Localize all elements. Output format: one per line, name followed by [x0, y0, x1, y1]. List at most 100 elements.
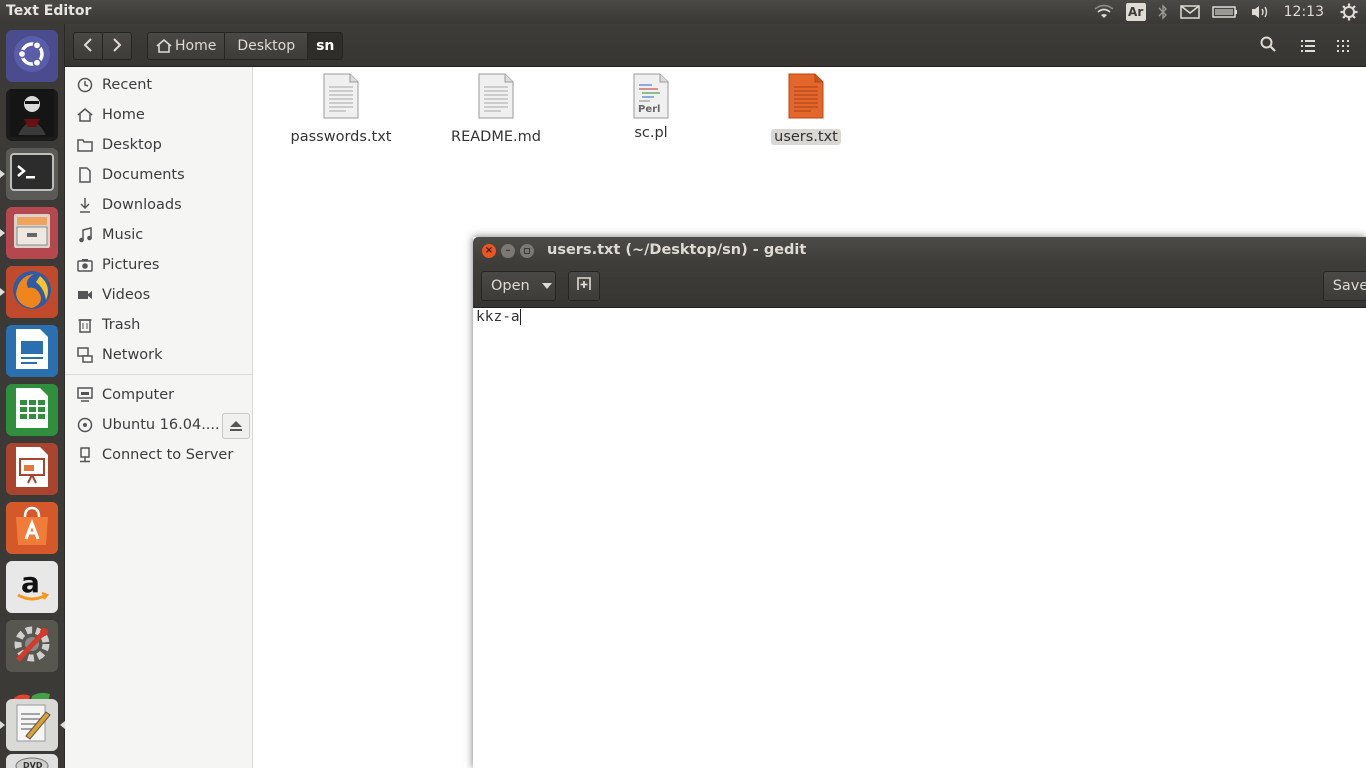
sidebar-divider: [65, 374, 253, 375]
file-name: passwords.txt: [290, 129, 392, 145]
editor-content: kkz-a: [476, 309, 521, 325]
svg-text:a: a: [21, 566, 40, 599]
libreoffice-impress-icon: [14, 445, 50, 493]
new-document-icon: [576, 276, 592, 296]
minimize-button[interactable]: –: [501, 244, 515, 258]
file-item-selected[interactable]: users.txt: [746, 73, 866, 145]
sidebar-item-label: Connect to Server: [102, 447, 234, 463]
sidebar-item-connect-to-server[interactable]: Connect to Server: [65, 440, 253, 470]
launcher-text-editor[interactable]: [0, 699, 65, 751]
sidebar-item-trash[interactable]: Trash: [65, 310, 253, 340]
sidebar-item-documents[interactable]: Documents: [65, 160, 253, 190]
breadcrumb-sn[interactable]: sn: [307, 32, 344, 60]
power-gear-icon[interactable]: [1340, 3, 1358, 21]
dash-button[interactable]: [6, 30, 58, 82]
sidebar-item-label: Home: [102, 107, 145, 123]
settings-wrench-icon: [10, 622, 54, 670]
file-manager-headerbar: Home Desktop sn: [65, 24, 1366, 67]
launcher-files[interactable]: [0, 207, 58, 259]
mail-icon[interactable]: [1179, 5, 1200, 19]
eject-button[interactable]: [222, 413, 250, 439]
chevron-left-icon: [83, 37, 93, 56]
sidebar-item-label: Computer: [102, 387, 175, 403]
launcher-impress[interactable]: [6, 443, 58, 495]
sidebar-item-label: Videos: [102, 287, 151, 303]
launcher-writer[interactable]: [6, 325, 58, 377]
network-icon: [76, 346, 94, 364]
sidebar-item-music[interactable]: Music: [65, 220, 253, 250]
file-cabinet-icon: [11, 211, 53, 255]
open-button[interactable]: Open: [481, 271, 556, 301]
sidebar-item-network[interactable]: Network: [65, 340, 253, 370]
save-button[interactable]: Save: [1323, 271, 1366, 301]
sidebar-item-label: Recent: [102, 77, 153, 93]
svg-text:DVD: DVD: [23, 761, 43, 768]
dvd-icon: DVD: [12, 755, 52, 768]
sidebar-item-pictures[interactable]: Pictures: [65, 250, 253, 280]
bluetooth-icon[interactable]: [1158, 4, 1168, 20]
sidebar-item-computer[interactable]: Computer: [65, 380, 253, 410]
launcher-firefox[interactable]: [0, 266, 58, 318]
libreoffice-writer-icon: [14, 327, 50, 375]
amazon-icon: a: [12, 565, 52, 609]
chevron-right-icon: [112, 37, 122, 56]
perl-badge: Perl: [638, 104, 661, 115]
home-icon: [76, 106, 94, 124]
gedit-titlebar[interactable]: × – users.txt (~/Desktop/sn) - gedit: [473, 237, 1366, 265]
text-cursor: [519, 309, 521, 325]
file-item[interactable]: Perl sc.pl: [591, 73, 711, 141]
launcher-terminal[interactable]: [0, 148, 58, 200]
clock-icon: [76, 76, 94, 94]
launcher-dvd[interactable]: DVD: [6, 754, 58, 768]
libreoffice-calc-icon: [14, 386, 50, 434]
clock[interactable]: 12:13: [1284, 4, 1324, 20]
sidebar-item-videos[interactable]: Videos: [65, 280, 253, 310]
active-app-title: Text Editor: [6, 3, 92, 19]
sidebar-item-label: Trash: [102, 317, 141, 333]
video-camera-icon: [76, 286, 94, 304]
maximize-button[interactable]: [520, 244, 534, 258]
battery-icon[interactable]: [1211, 5, 1238, 19]
top-panel: Text Editor Ar 12:13: [0, 0, 1366, 24]
launcher-software-center[interactable]: [6, 502, 58, 554]
keyboard-layout-indicator[interactable]: Ar: [1125, 3, 1146, 21]
wifi-icon[interactable]: [1094, 4, 1114, 20]
home-icon: [156, 39, 172, 53]
text-file-icon: [787, 73, 825, 123]
search-button[interactable]: [1251, 32, 1285, 60]
launcher-system-settings[interactable]: [6, 620, 58, 672]
sidebar-item-desktop[interactable]: Desktop: [65, 130, 253, 160]
forward-button[interactable]: [102, 32, 132, 60]
grid-view-icon: [1337, 37, 1349, 56]
launcher-amazon[interactable]: a: [6, 561, 58, 613]
grid-view-button[interactable]: [1326, 32, 1360, 60]
file-item[interactable]: passwords.txt: [281, 73, 401, 145]
breadcrumb-home[interactable]: Home: [147, 32, 226, 60]
close-button[interactable]: ×: [482, 244, 496, 258]
launcher-calc[interactable]: [6, 384, 58, 436]
breadcrumb-desktop[interactable]: Desktop: [224, 32, 309, 60]
volume-icon[interactable]: [1250, 4, 1270, 20]
list-view-button[interactable]: [1291, 32, 1325, 60]
server-icon: [76, 446, 94, 464]
perl-script-icon: Perl: [632, 73, 670, 119]
sidebar-item-label: Music: [102, 227, 144, 243]
search-icon: [1260, 36, 1276, 56]
launcher-hacker-app[interactable]: [6, 89, 58, 141]
list-view-icon: [1301, 37, 1315, 56]
sidebar-item-label: Network: [102, 347, 163, 363]
new-tab-button[interactable]: [568, 271, 600, 301]
sidebar-item-recent[interactable]: Recent: [65, 70, 253, 100]
file-name: README.md: [451, 129, 541, 145]
sidebar-item-home[interactable]: Home: [65, 100, 253, 130]
back-button[interactable]: [73, 32, 103, 60]
camera-icon: [76, 256, 94, 274]
file-item[interactable]: README.md: [436, 73, 556, 145]
music-note-icon: [76, 226, 94, 244]
gedit-toolbar: Open Save: [473, 265, 1366, 308]
sidebar-item-label: Pictures: [102, 257, 160, 273]
caret-down-icon: [541, 283, 552, 289]
anonymous-figure-icon: [10, 89, 54, 141]
text-editor-area[interactable]: kkz-a: [473, 308, 1366, 768]
sidebar-item-downloads[interactable]: Downloads: [65, 190, 253, 220]
